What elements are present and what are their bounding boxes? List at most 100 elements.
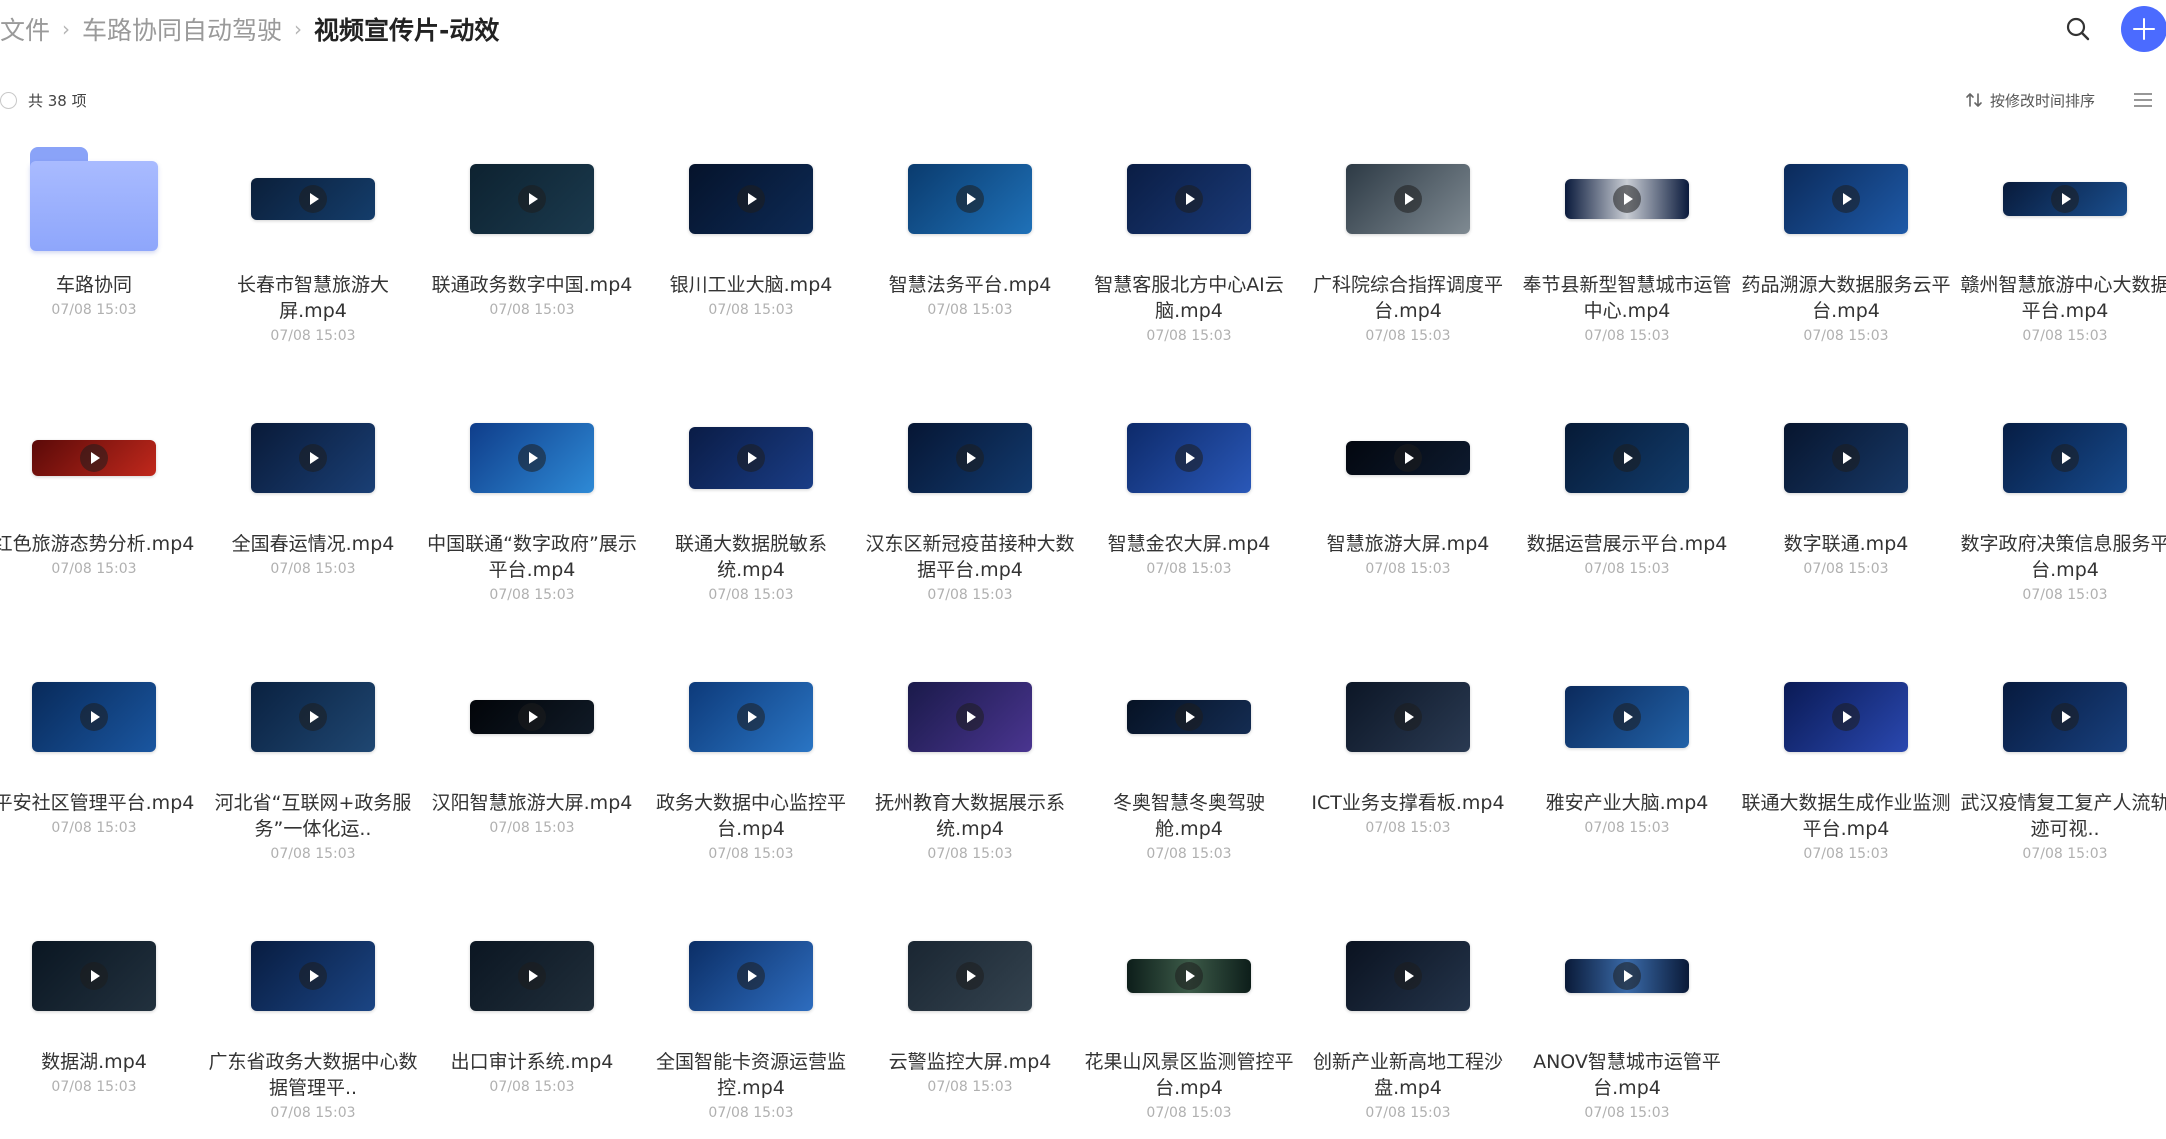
thumbnail-area: [423, 897, 641, 1055]
file-date: 07/08 15:03: [270, 846, 356, 862]
file-name: 数据湖.mp4: [41, 1051, 147, 1073]
file-item[interactable]: 红色旅游态势分析.mp4 07/08 15:03: [0, 379, 203, 609]
file-date: 07/08 15:03: [927, 587, 1013, 603]
file-item[interactable]: 赣州智慧旅游中心大数据平台.mp4 07/08 15:03: [1956, 120, 2166, 350]
file-item[interactable]: 联通大数据生成作业监测平台.mp4 07/08 15:03: [1737, 638, 1955, 868]
video-thumbnail: [689, 427, 813, 489]
file-item[interactable]: 冬奥智慧冬奥驾驶舱.mp4 07/08 15:03: [1080, 638, 1298, 868]
video-thumbnail: [2003, 423, 2127, 493]
file-item[interactable]: 数字政府决策信息服务平台.mp4 07/08 15:03: [1956, 379, 2166, 609]
file-item[interactable]: 平安社区管理平台.mp4 07/08 15:03: [0, 638, 203, 868]
folder-icon: [30, 147, 158, 251]
thumbnail-area: [423, 379, 641, 537]
file-date: 07/08 15:03: [1584, 820, 1670, 836]
list-view-icon[interactable]: [2131, 90, 2155, 110]
play-icon: [2051, 703, 2079, 731]
video-thumbnail: [1784, 682, 1908, 752]
file-item[interactable]: 全国智能卡资源运营监控.mp4 07/08 15:03: [642, 897, 860, 1127]
file-item[interactable]: 数据运营展示平台.mp4 07/08 15:03: [1518, 379, 1736, 609]
file-item[interactable]: 云警监控大屏.mp4 07/08 15:03: [861, 897, 1079, 1127]
file-item[interactable]: 河北省“互联网+政务服务”一体化运.. 07/08 15:03: [204, 638, 422, 868]
file-item[interactable]: 中国联通“数字政府”展示平台.mp4 07/08 15:03: [423, 379, 641, 609]
file-item[interactable]: 银川工业大脑.mp4 07/08 15:03: [642, 120, 860, 350]
thumbnail-area: [861, 897, 1079, 1055]
file-item[interactable]: 广东省政务大数据中心数据管理平.. 07/08 15:03: [204, 897, 422, 1127]
video-thumbnail: [1346, 441, 1470, 475]
file-name: 中国联通“数字政府”展示平台.mp4: [427, 533, 637, 581]
file-item[interactable]: 智慧客服北方中心AI云脑.mp4 07/08 15:03: [1080, 120, 1298, 350]
file-item[interactable]: 智慧法务平台.mp4 07/08 15:03: [861, 120, 1079, 350]
file-item[interactable]: 联通政务数字中国.mp4 07/08 15:03: [423, 120, 641, 350]
file-date: 07/08 15:03: [927, 1079, 1013, 1095]
thumbnail-area: [1956, 638, 2166, 796]
thumbnail-area: [1737, 120, 1955, 278]
video-thumbnail: [2003, 182, 2127, 216]
video-thumbnail: [2003, 682, 2127, 752]
play-icon: [737, 962, 765, 990]
video-thumbnail: [1127, 423, 1251, 493]
file-item[interactable]: 数字联通.mp4 07/08 15:03: [1737, 379, 1955, 609]
play-icon: [1394, 703, 1422, 731]
breadcrumb-separator-icon: ›: [62, 17, 71, 41]
file-item[interactable]: 武汉疫情复工复产人流轨迹可视.. 07/08 15:03: [1956, 638, 2166, 868]
thumbnail-area: [1518, 379, 1736, 537]
video-thumbnail: [1565, 179, 1689, 219]
thumbnail-area: [1299, 379, 1517, 537]
file-item[interactable]: 出口审计系统.mp4 07/08 15:03: [423, 897, 641, 1127]
file-date: 07/08 15:03: [489, 302, 575, 318]
file-name: 全国春运情况.mp4: [231, 533, 395, 555]
file-item[interactable]: 汉阳智慧旅游大屏.mp4 07/08 15:03: [423, 638, 641, 868]
file-date: 07/08 15:03: [927, 846, 1013, 862]
file-name: 抚州教育大数据展示系统.mp4: [874, 792, 1065, 840]
file-item[interactable]: ICT业务支撑看板.mp4 07/08 15:03: [1299, 638, 1517, 868]
file-item[interactable]: 雅安产业大脑.mp4 07/08 15:03: [1518, 638, 1736, 868]
file-item[interactable]: 抚州教育大数据展示系统.mp4 07/08 15:03: [861, 638, 1079, 868]
breadcrumb-separator-icon: ›: [294, 17, 303, 41]
breadcrumb-item-current: 视频宣传片-动效: [314, 16, 500, 45]
folder-item[interactable]: 车路协同 07/08 15:03: [0, 120, 203, 350]
file-item[interactable]: 汉东区新冠疫苗接种大数据平台.mp4 07/08 15:03: [861, 379, 1079, 609]
search-icon[interactable]: [2061, 12, 2095, 46]
file-item[interactable]: 创新产业新高地工程沙盘.mp4 07/08 15:03: [1299, 897, 1517, 1127]
breadcrumb-item-parent[interactable]: 车路协同自动驾驶: [82, 11, 282, 47]
play-icon: [1613, 185, 1641, 213]
play-icon: [80, 444, 108, 472]
select-all-checkbox[interactable]: [0, 91, 17, 109]
video-thumbnail: [1565, 423, 1689, 493]
file-date: 07/08 15:03: [708, 587, 794, 603]
file-item[interactable]: 联通大数据脱敏系统.mp4 07/08 15:03: [642, 379, 860, 609]
play-icon: [299, 185, 327, 213]
breadcrumb-item-files[interactable]: 文件: [0, 11, 50, 47]
file-item[interactable]: 花果山风景区监测管控平台.mp4 07/08 15:03: [1080, 897, 1298, 1127]
file-item[interactable]: 智慧金农大屏.mp4 07/08 15:03: [1080, 379, 1298, 609]
add-button[interactable]: [2121, 6, 2166, 52]
thumbnail-area: [861, 638, 1079, 796]
file-item[interactable]: 奉节县新型智慧城市运管中心.mp4 07/08 15:03: [1518, 120, 1736, 350]
video-thumbnail: [251, 682, 375, 752]
file-date: 07/08 15:03: [270, 1105, 356, 1121]
video-thumbnail: [470, 941, 594, 1011]
video-thumbnail: [908, 682, 1032, 752]
file-item[interactable]: 智慧旅游大屏.mp4 07/08 15:03: [1299, 379, 1517, 609]
video-thumbnail: [470, 164, 594, 234]
play-icon: [80, 962, 108, 990]
file-item[interactable]: 全国春运情况.mp4 07/08 15:03: [204, 379, 422, 609]
video-thumbnail: [689, 682, 813, 752]
file-item[interactable]: 广科院综合指挥调度平台.mp4 07/08 15:03: [1299, 120, 1517, 350]
thumbnail-area: [1299, 120, 1517, 278]
sort-button[interactable]: 按修改时间排序: [1965, 88, 2095, 112]
thumbnail-area: [1299, 638, 1517, 796]
file-date: 07/08 15:03: [1584, 328, 1670, 344]
file-date: 07/08 15:03: [51, 1079, 137, 1095]
video-thumbnail: [32, 440, 156, 476]
file-item[interactable]: 数据湖.mp4 07/08 15:03: [0, 897, 203, 1127]
file-name: 云警监控大屏.mp4: [888, 1051, 1052, 1073]
file-item[interactable]: 长春市智慧旅游大屏.mp4 07/08 15:03: [204, 120, 422, 350]
file-item[interactable]: 政务大数据中心监控平台.mp4 07/08 15:03: [642, 638, 860, 868]
play-icon: [956, 962, 984, 990]
file-date: 07/08 15:03: [1803, 328, 1889, 344]
file-item[interactable]: 药品溯源大数据服务云平台.mp4 07/08 15:03: [1737, 120, 1955, 350]
video-thumbnail: [1346, 941, 1470, 1011]
file-item[interactable]: ANOV智慧城市运管平台.mp4 07/08 15:03: [1518, 897, 1736, 1127]
play-icon: [1394, 185, 1422, 213]
